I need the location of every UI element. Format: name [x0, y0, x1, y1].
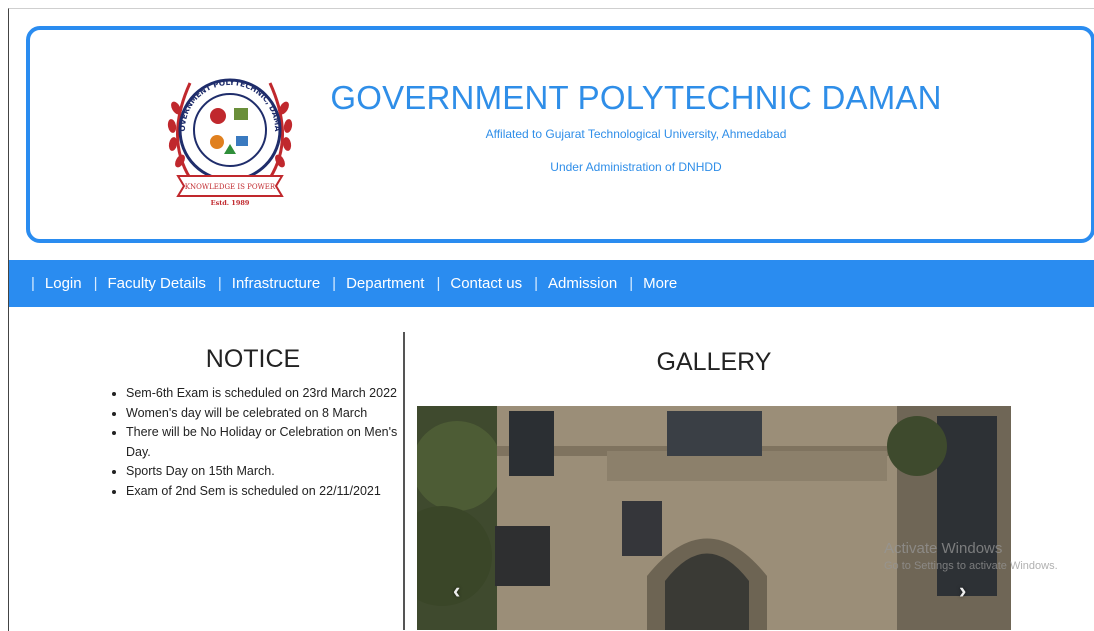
notice-list: Sem-6th Exam is scheduled on 23rd March …	[108, 384, 398, 501]
nav-admission[interactable]: | Admission	[534, 275, 629, 292]
notice-title: NOTICE	[205, 345, 301, 373]
main-navbar: | Login | Faculty Details | Infrastructu…	[9, 260, 1094, 307]
logo-established: Estd. 1989	[211, 199, 250, 207]
affiliation-text: Affilated to Gujarat Technological Unive…	[485, 127, 787, 141]
notice-item: There will be No Holiday or Celebration …	[126, 423, 398, 462]
nav-separator: |	[31, 275, 35, 292]
nav-admission-label[interactable]: Admission	[548, 275, 617, 292]
nav-faculty-details-label[interactable]: Faculty Details	[108, 275, 206, 292]
nav-contact-us-label[interactable]: Contact us	[450, 275, 522, 292]
nav-login-label[interactable]: Login	[45, 275, 82, 292]
nav-infrastructure[interactable]: | Infrastructure	[218, 275, 332, 292]
nav-separator: |	[332, 275, 337, 292]
nav-separator: |	[217, 275, 222, 292]
site-header: GOVERNMENT POLYTECHNIC, DAMAN KNOWLEDGE …	[26, 26, 1094, 243]
notice-item: Sports Day on 15th March.	[126, 462, 398, 482]
nav-infrastructure-label[interactable]: Infrastructure	[232, 275, 320, 292]
nav-department-label[interactable]: Department	[346, 275, 424, 292]
administration-text: Under Administration of DNHDD	[550, 160, 722, 174]
activate-windows-subtitle: Go to Settings to activate Windows.	[884, 560, 1058, 572]
chevron-right-icon[interactable]: ›	[959, 578, 966, 604]
logo-motto: KNOWLEDGE IS POWER	[185, 183, 276, 191]
notice-section: NOTICE Sem-6th Exam is scheduled on 23rd…	[108, 345, 398, 501]
column-divider	[403, 332, 405, 630]
nav-contact-us[interactable]: | Contact us	[436, 275, 534, 292]
nav-separator: |	[534, 275, 538, 292]
nav-separator: |	[436, 275, 441, 292]
chevron-left-icon[interactable]: ‹	[453, 578, 460, 604]
gallery-carousel-image[interactable]	[417, 406, 1011, 630]
notice-item: Exam of 2nd Sem is scheduled on 22/11/20…	[126, 482, 398, 502]
nav-login[interactable]: | Login	[31, 275, 94, 292]
notice-item: Women's day will be celebrated on 8 Marc…	[126, 404, 398, 424]
gallery-title: GALLERY	[656, 348, 772, 376]
nav-faculty-details[interactable]: | Faculty Details	[94, 275, 218, 292]
college-logo[interactable]: GOVERNMENT POLYTECHNIC, DAMAN KNOWLEDGE …	[160, 58, 300, 208]
nav-more-label[interactable]: More	[643, 275, 677, 292]
gallery-photo	[417, 406, 1011, 630]
nav-department[interactable]: | Department	[332, 275, 436, 292]
activate-windows-title: Activate Windows	[884, 540, 1003, 557]
college-name: GOVERNMENT POLYTECHNIC DAMAN	[330, 79, 942, 116]
nav-more[interactable]: | More	[629, 275, 689, 292]
notice-item: Sem-6th Exam is scheduled on 23rd March …	[126, 384, 398, 404]
nav-separator: |	[93, 275, 98, 292]
nav-separator: |	[629, 275, 634, 292]
